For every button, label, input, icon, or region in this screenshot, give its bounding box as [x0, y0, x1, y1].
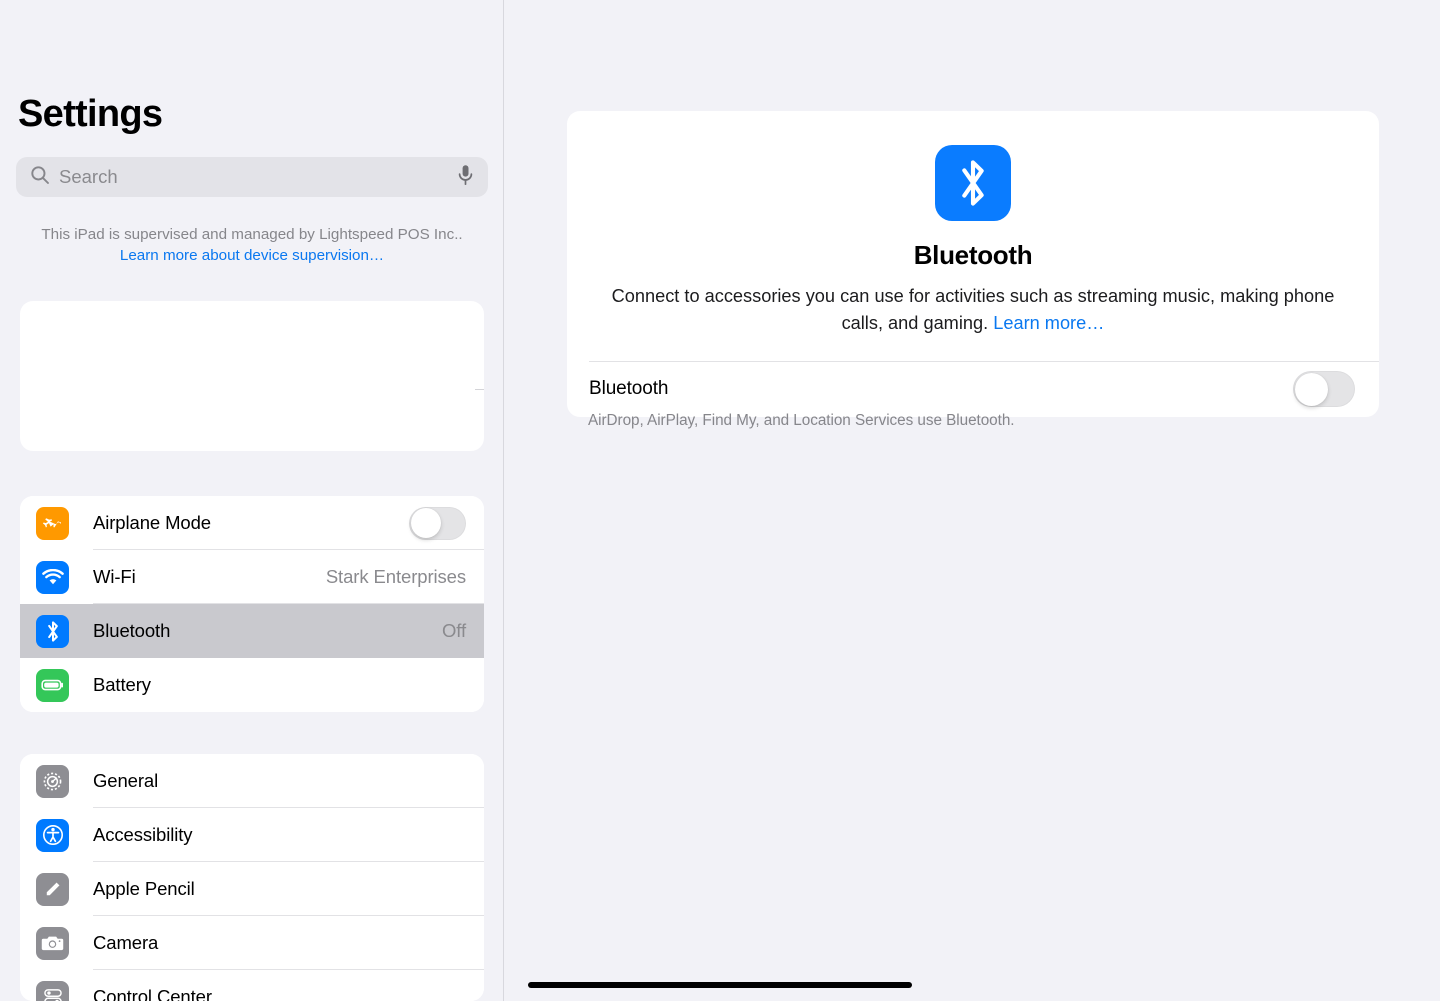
sidebar-item-control-center[interactable]: Control Center: [20, 970, 484, 1001]
bluetooth-icon: [935, 145, 1011, 221]
settings-group-connectivity: Airplane Mode Wi-Fi Stark Enterprises Bl…: [20, 496, 484, 712]
sidebar-item-label: Control Center: [93, 986, 212, 1001]
card-separator-stub: [475, 389, 484, 390]
sidebar-item-airplane-mode[interactable]: Airplane Mode: [20, 496, 484, 550]
supervision-notice: This iPad is supervised and managed by L…: [22, 224, 482, 266]
sidebar-item-label: Wi-Fi: [93, 566, 136, 587]
pencil-icon: [36, 872, 69, 906]
bluetooth-state-value: Off: [441, 620, 466, 641]
bluetooth-detail-pane: Bluetooth Connect to accessories you can…: [505, 0, 1440, 1001]
wifi-network-value: Stark Enterprises: [325, 566, 466, 587]
home-indicator[interactable]: [528, 982, 912, 988]
search-icon: [30, 165, 50, 190]
bluetooth-toggle[interactable]: [1293, 371, 1355, 407]
bluetooth-footer-note: AirDrop, AirPlay, Find My, and Location …: [588, 412, 1015, 429]
sidebar-item-wifi[interactable]: Wi-Fi Stark Enterprises: [20, 550, 484, 604]
bluetooth-toggle-label: Bluetooth: [589, 378, 669, 399]
accessibility-icon: [36, 818, 69, 852]
bluetooth-description-text: Connect to accessories you can use for a…: [611, 286, 1335, 333]
control-center-icon: [36, 980, 69, 1001]
sidebar-item-label: Airplane Mode: [93, 512, 211, 533]
camera-icon: [36, 926, 69, 960]
sidebar-item-label: Accessibility: [93, 824, 193, 845]
account-banner-card[interactable]: [20, 301, 484, 451]
supervision-learn-more-link[interactable]: Learn more about device supervision…: [120, 247, 384, 264]
settings-group-system: General Accessibility Apple Pencil Camer…: [20, 754, 484, 1001]
airplane-icon: [36, 506, 69, 540]
bluetooth-description: Connect to accessories you can use for a…: [597, 283, 1349, 337]
bluetooth-icon: [36, 614, 69, 648]
battery-icon: [36, 668, 69, 702]
sidebar-item-label: Bluetooth: [93, 620, 171, 641]
supervision-text: This iPad is supervised and managed by L…: [41, 226, 463, 243]
sidebar-item-label: Camera: [93, 932, 159, 953]
search-input[interactable]: Search: [16, 157, 488, 197]
page-title: Settings: [18, 93, 163, 135]
airplane-mode-toggle[interactable]: [409, 506, 466, 540]
wifi-icon: [36, 560, 69, 594]
search-placeholder: Search: [59, 166, 118, 187]
bluetooth-toggle-row[interactable]: Bluetooth: [567, 361, 1379, 417]
sidebar-item-apple-pencil[interactable]: Apple Pencil: [20, 862, 484, 916]
bluetooth-hero: Bluetooth Connect to accessories you can…: [567, 111, 1379, 361]
bluetooth-card: Bluetooth Connect to accessories you can…: [567, 111, 1379, 417]
sidebar-item-label: Battery: [93, 674, 151, 695]
bluetooth-learn-more-link[interactable]: Learn more…: [993, 313, 1104, 333]
sidebar-item-camera[interactable]: Camera: [20, 916, 484, 970]
sidebar-item-label: General: [93, 770, 159, 791]
sidebar-item-label: Apple Pencil: [93, 878, 195, 899]
settings-sidebar: Settings Search This iPad is supervised …: [0, 0, 504, 1001]
sidebar-item-bluetooth[interactable]: Bluetooth Off: [20, 604, 484, 658]
sidebar-item-battery[interactable]: Battery: [20, 658, 484, 712]
sidebar-item-accessibility[interactable]: Accessibility: [20, 808, 484, 862]
microphone-icon[interactable]: [457, 164, 474, 191]
gear-icon: [36, 764, 69, 798]
bluetooth-title: Bluetooth: [913, 240, 1033, 270]
sidebar-item-general[interactable]: General: [20, 754, 484, 808]
